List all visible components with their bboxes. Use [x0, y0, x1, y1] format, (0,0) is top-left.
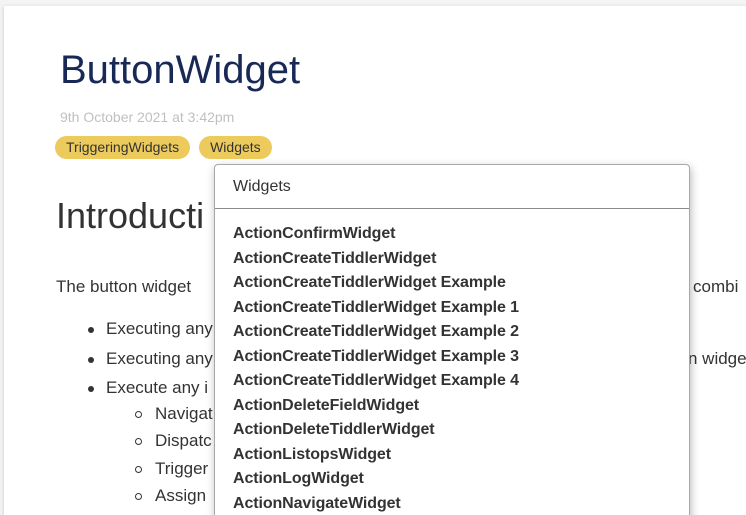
popup-list-item[interactable]: ActionListopsWidget — [233, 443, 519, 468]
bullet-item: Executing any — [106, 319, 213, 338]
bullet-dot — [88, 386, 94, 392]
popup-heading-link[interactable]: Widgets — [233, 178, 291, 196]
bullet-dot — [88, 327, 94, 333]
popup-list: ActionConfirmWidget ActionCreateTiddlerW… — [233, 222, 519, 515]
popup-divider — [215, 208, 689, 209]
bullet-item: Execute any i — [106, 378, 209, 397]
tag-widgets[interactable]: Widgets — [199, 136, 272, 159]
body-paragraph-tail: combi — [693, 277, 739, 296]
sub-bullet-circle — [135, 466, 142, 473]
tag-dropdown-popup: Widgets ActionConfirmWidget ActionCreate… — [214, 164, 690, 515]
popup-list-item[interactable]: ActionNavigateWidget — [233, 492, 519, 515]
tag-list: TriggeringWidgets Widgets — [55, 136, 272, 159]
sub-bullet-circle — [135, 411, 142, 418]
popup-list-item[interactable]: ActionCreateTiddlerWidget Example 1 — [233, 296, 519, 321]
tiddler-title: ButtonWidget — [60, 48, 301, 92]
tiddler-subtitle: 9th October 2021 at 3:42pm — [60, 109, 235, 125]
popup-list-item[interactable]: ActionCreateTiddlerWidget Example — [233, 271, 519, 296]
popup-list-item[interactable]: ActionCreateTiddlerWidget Example 4 — [233, 369, 519, 394]
popup-list-item[interactable]: ActionDeleteTiddlerWidget — [233, 418, 519, 443]
popup-list-item[interactable]: ActionLogWidget — [233, 467, 519, 492]
sub-bullet-item: Assign — [155, 486, 207, 505]
sub-bullet-item: Trigger — [155, 459, 209, 478]
body-paragraph: The button widget — [56, 277, 192, 296]
popup-list-item[interactable]: ActionCreateTiddlerWidget — [233, 247, 519, 272]
bullet-item: Executing any — [106, 349, 213, 368]
tag-triggeringwidgets[interactable]: TriggeringWidgets — [55, 136, 191, 159]
sub-bullet-circle — [135, 493, 142, 500]
popup-list-item[interactable]: ActionConfirmWidget — [233, 222, 519, 247]
popup-list-item[interactable]: ActionCreateTiddlerWidget Example 2 — [233, 320, 519, 345]
bullet-item-tail: n widge — [688, 349, 746, 368]
page: ButtonWidget 9th October 2021 at 3:42pm … — [0, 0, 746, 515]
popup-list-item[interactable]: ActionDeleteFieldWidget — [233, 394, 519, 419]
popup-list-item[interactable]: ActionCreateTiddlerWidget Example 3 — [233, 345, 519, 370]
sub-bullet-circle — [135, 438, 142, 445]
section-heading: Introducti — [56, 195, 205, 236]
sub-bullet-item: Navigat — [155, 404, 213, 423]
bullet-dot — [88, 357, 94, 363]
sub-bullet-item: Dispatc — [155, 431, 212, 450]
